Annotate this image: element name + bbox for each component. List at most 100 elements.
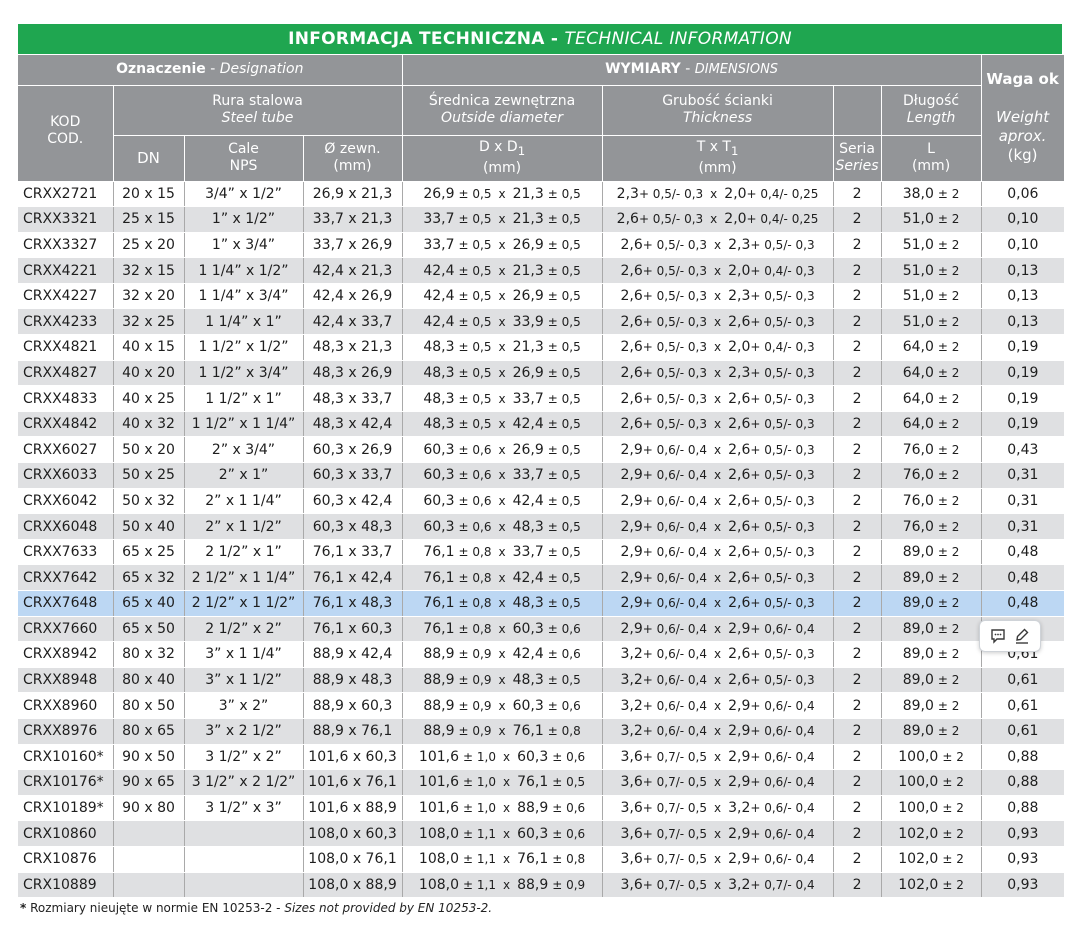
nps-cell: 2 1/2” x 2”	[184, 616, 304, 643]
table-row: CRX10176* 90 x 65 3 1/2” x 2 1/2” 101,6 x 7…	[18, 769, 1065, 796]
diameter-cell: 42,4 ± 0,5 x 21,3 ± 0,5	[402, 257, 603, 284]
od-cell: 60,3 x 33,7	[303, 462, 403, 489]
comment-icon[interactable]	[987, 625, 1009, 647]
kod-cell: CRXX6042	[18, 488, 114, 515]
od-cell: 33,7 x 26,9	[303, 232, 403, 259]
outside-diameter-header: Średnica zewnętrzna Outside diameter	[402, 85, 603, 136]
diameter-cell: 76,1 ± 0,8 x 48,3 ± 0,5	[402, 590, 603, 617]
kod-cell: CRX10876	[18, 846, 114, 873]
thickness-cell: 2,9+ 0,6/- 0,4 x 2,6+ 0,5/- 0,3	[602, 436, 834, 464]
table-row: CRXX6033 50 x 25 2” x 1” 60,3 x 33,7 60,3 ± 0…	[18, 462, 1065, 489]
weight-cell: 0,31	[981, 513, 1065, 540]
length-cell: 51,0 ± 2	[881, 232, 982, 259]
diameter-cell: 60,3 ± 0,6 x 26,9 ± 0,5	[402, 436, 603, 464]
series-cell: 2	[833, 564, 882, 591]
highlighter-icon[interactable]	[1011, 625, 1033, 647]
txt1-header: T x T1 (mm)	[602, 135, 834, 182]
od-cell: 48,3 x 26,9	[303, 360, 403, 387]
length-cell: 89,0 ± 2	[881, 692, 982, 719]
od-cell: 76,1 x 48,3	[303, 590, 403, 617]
length-cell: 102,0 ± 2	[881, 872, 982, 899]
table-row: CRXX7648 65 x 40 2 1/2” x 1 1/2” 76,1 x 48,…	[18, 590, 1065, 617]
thickness-cell: 3,2+ 0,6/- 0,4 x 2,9+ 0,6/- 0,4	[602, 718, 834, 745]
length-cell: 51,0 ± 2	[881, 257, 982, 284]
od-cell: 108,0 x 76,1	[303, 846, 403, 873]
od-cell: 48,3 x 42,4	[303, 411, 403, 438]
diameter-cell: 88,9 ± 0,9 x 76,1 ± 0,8	[402, 718, 603, 745]
thickness-cell: 2,9+ 0,6/- 0,4 x 2,6+ 0,5/- 0,3	[602, 590, 834, 617]
length-cell: 76,0 ± 2	[881, 488, 982, 515]
weight-cell: 0,31	[981, 462, 1065, 489]
table-row: CRXX7633 65 x 25 2 1/2” x 1” 76,1 x 33,7 76,…	[18, 539, 1065, 566]
weight-cell: 0,88	[981, 769, 1065, 796]
series-cell: 2	[833, 590, 882, 617]
thickness-cell: 2,6+ 0,5/- 0,3 x 2,6+ 0,5/- 0,3	[602, 308, 834, 336]
weight-cell: 0,19	[981, 360, 1065, 387]
title-sep: -	[544, 29, 565, 49]
kod-cell: CRXX6033	[18, 462, 114, 489]
table-row: CRXX4221 32 x 15 1 1/4” x 1/2” 42,4 x 21,3 4…	[18, 257, 1065, 284]
dn-cell: 50 x 20	[113, 436, 185, 464]
length-cell: 64,0 ± 2	[881, 360, 982, 387]
series-cell: 2	[833, 308, 882, 336]
series-cell: 2	[833, 232, 882, 259]
table-row: CRXX6027 50 x 20 2” x 3/4” 60,3 x 26,9 60,3 ±…	[18, 436, 1065, 464]
diameter-cell: 60,3 ± 0,6 x 42,4 ± 0,5	[402, 488, 603, 515]
table-row: CRXX3327 25 x 20 1” x 3/4” 33,7 x 26,9 33,7 ±…	[18, 232, 1065, 259]
dimensions-header: WYMIARY - DIMENSIONS	[402, 55, 982, 86]
od-header: Ø zewn. (mm)	[303, 135, 403, 182]
nps-cell: 1 1/4” x 1”	[184, 308, 304, 336]
nps-cell	[184, 872, 304, 899]
series-cell: 2	[833, 795, 882, 822]
dn-cell	[113, 820, 185, 847]
kod-cell: CRXX4233	[18, 308, 114, 336]
nps-cell: 3 1/2” x 2”	[184, 744, 304, 771]
length-cell: 64,0 ± 2	[881, 385, 982, 412]
od-cell: 101,6 x 88,9	[303, 795, 403, 822]
weight-cell: 0,93	[981, 846, 1065, 873]
diameter-cell: 76,1 ± 0,8 x 33,7 ± 0,5	[402, 539, 603, 566]
weight-cell: 0,43	[981, 436, 1065, 464]
thickness-cell: 2,6+ 0,5/- 0,3 x 2,6+ 0,5/- 0,3	[602, 385, 834, 412]
kod-cell: CRX10889	[18, 872, 114, 899]
od-cell: 76,1 x 42,4	[303, 564, 403, 591]
nps-cell: 1” x 3/4”	[184, 232, 304, 259]
kod-cell: CRXX4821	[18, 334, 114, 361]
length-cell: 89,0 ± 2	[881, 590, 982, 617]
table-row: CRXX4233 32 x 25 1 1/4” x 1” 42,4 x 33,7 42,…	[18, 308, 1065, 336]
diameter-cell: 48,3 ± 0,5 x 26,9 ± 0,5	[402, 360, 603, 387]
weight-cell: 0,19	[981, 385, 1065, 412]
series-cell: 2	[833, 411, 882, 438]
length-cell: 89,0 ± 2	[881, 539, 982, 566]
length-cell: 89,0 ± 2	[881, 667, 982, 694]
kod-cell: CRXX8976	[18, 718, 114, 745]
series-cell: 2	[833, 769, 882, 796]
nps-cell: 1 1/2” x 1/2”	[184, 334, 304, 361]
dn-cell: 40 x 32	[113, 411, 185, 438]
od-cell: 88,9 x 76,1	[303, 718, 403, 745]
table-row: CRXX3321 25 x 15 1” x 1/2” 33,7 x 21,3 33,7 ±…	[18, 206, 1065, 233]
dn-cell: 50 x 25	[113, 462, 185, 489]
diameter-cell: 42,4 ± 0,5 x 26,9 ± 0,5	[402, 283, 603, 310]
series-cell: 2	[833, 257, 882, 284]
series-cell: 2	[833, 846, 882, 873]
od-cell: 60,3 x 42,4	[303, 488, 403, 515]
od-cell: 42,4 x 33,7	[303, 308, 403, 336]
diameter-cell: 88,9 ± 0,9 x 60,3 ± 0,6	[402, 692, 603, 719]
nps-cell: 3” x 1 1/2”	[184, 667, 304, 694]
od-cell: 48,3 x 21,3	[303, 334, 403, 361]
thickness-cell: 3,6+ 0,7/- 0,5 x 3,2+ 0,7/- 0,4	[602, 872, 834, 899]
series-cell: 2	[833, 641, 882, 668]
dn-cell: 20 x 15	[113, 181, 185, 208]
length-cell: 100,0 ± 2	[881, 795, 982, 822]
table-row: CRXX8976 80 x 65 3” x 2 1/2” 88,9 x 76,1 88,…	[18, 718, 1065, 745]
weight-cell: 0,93	[981, 820, 1065, 847]
series-cell: 2	[833, 181, 882, 208]
od-cell: 60,3 x 26,9	[303, 436, 403, 464]
length-cell: 89,0 ± 2	[881, 564, 982, 591]
thickness-cell: 2,9+ 0,6/- 0,4 x 2,6+ 0,5/- 0,3	[602, 564, 834, 591]
table-row: CRX10889 108,0 x 88,9 108,0 ± 1,1 x 88,9 ± 0,9…	[18, 872, 1065, 899]
length-cell: 89,0 ± 2	[881, 616, 982, 643]
weight-cell: 0,61	[981, 718, 1065, 745]
kod-cell: CRXX6048	[18, 513, 114, 540]
